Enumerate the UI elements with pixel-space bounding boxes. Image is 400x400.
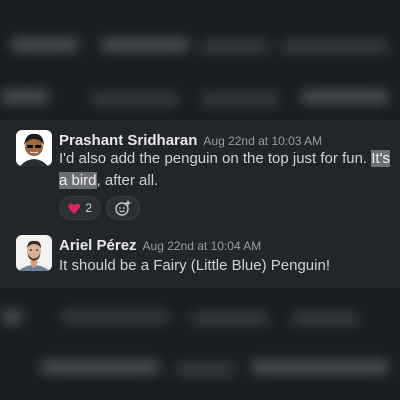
user-avatar[interactable] <box>16 130 52 166</box>
add-emoji-icon <box>115 200 131 216</box>
reaction-count: 2 <box>85 201 92 215</box>
chat-screenshot: Prashant Sridharan Aug 22nd at 10:03 AM I… <box>0 0 400 400</box>
message-list: Prashant Sridharan Aug 22nd at 10:03 AM I… <box>0 120 400 288</box>
message-text-part: I'd also add the penguin on the top just… <box>59 150 372 167</box>
message-item[interactable]: Ariel Pérez Aug 22nd at 10:04 AM It shoul… <box>0 235 400 285</box>
message-item[interactable]: Prashant Sridharan Aug 22nd at 10:03 AM I… <box>0 130 400 225</box>
blurred-messages-bottom <box>0 288 400 400</box>
message-timestamp[interactable]: Aug 22nd at 10:03 AM <box>203 134 322 148</box>
author-name[interactable]: Ariel Pérez <box>59 237 137 254</box>
message-text: It should be a Fairy (Little Blue) Pengu… <box>59 257 330 274</box>
reaction-heart[interactable]: 2 <box>59 196 101 220</box>
blurred-messages-top <box>0 0 400 120</box>
message-text: I'd also add the penguin on the top just… <box>59 148 394 192</box>
author-name[interactable]: Prashant Sridharan <box>59 132 197 149</box>
photo-avatar-icon <box>16 235 52 271</box>
message-header: Ariel Pérez Aug 22nd at 10:04 AM <box>59 237 261 255</box>
add-reaction-button[interactable] <box>106 196 140 220</box>
red-heart-icon <box>68 203 81 214</box>
user-avatar[interactable] <box>16 235 52 271</box>
message-text-part: , after all. <box>96 172 159 189</box>
message-timestamp[interactable]: Aug 22nd at 10:04 AM <box>143 239 262 253</box>
cartoon-avatar-icon <box>16 130 52 166</box>
